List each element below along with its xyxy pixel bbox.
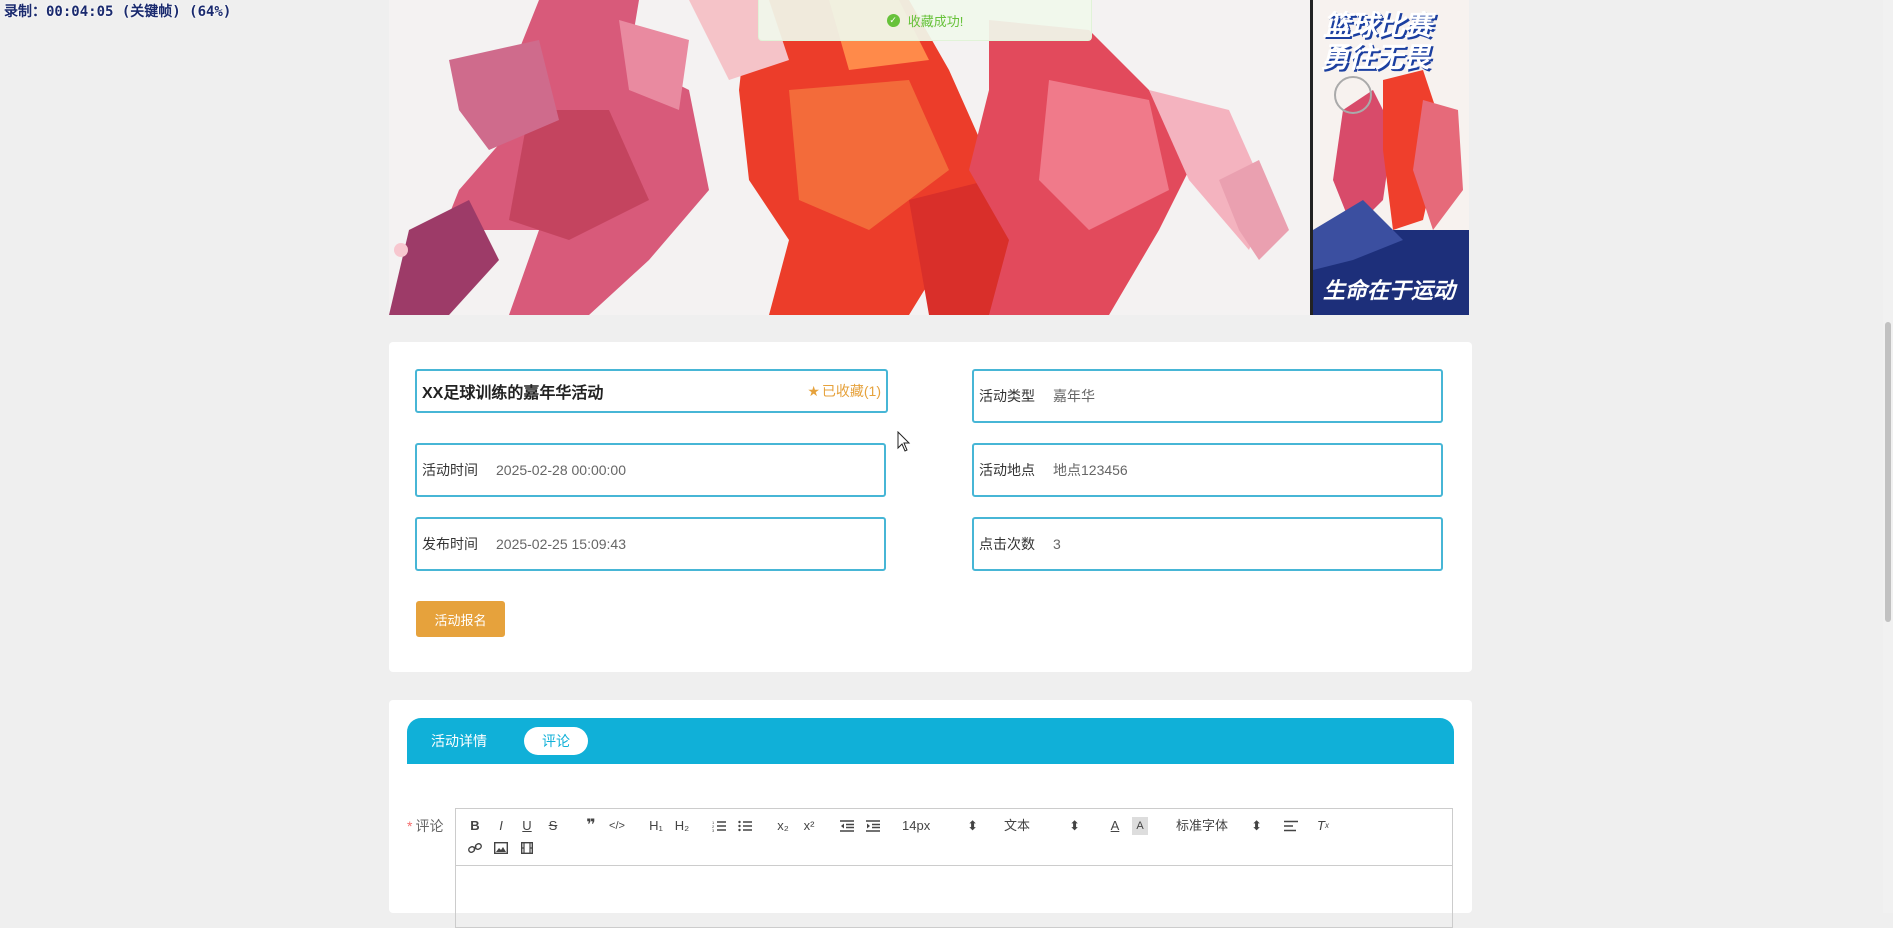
activity-title-box: XX足球训练的嘉年华活动 ★ 已收藏(1): [415, 369, 888, 413]
underline-icon[interactable]: U: [518, 817, 536, 835]
mouse-cursor-icon: [897, 431, 911, 452]
tab-comments[interactable]: 评论: [524, 727, 588, 755]
field-label: 活动时间: [422, 462, 478, 478]
star-icon: ★: [807, 382, 820, 399]
click-count-field: 点击次数 3: [972, 517, 1443, 571]
indent-increase-icon[interactable]: [864, 817, 882, 835]
field-label: 点击次数: [979, 536, 1035, 552]
link-icon[interactable]: [466, 839, 484, 857]
page-scrollbar[interactable]: [1883, 0, 1893, 913]
publish-time-field: 发布时间 2025-02-25 15:09:43: [415, 517, 886, 571]
image-icon[interactable]: [492, 839, 510, 857]
italic-icon[interactable]: I: [492, 817, 510, 835]
indent-decrease-icon[interactable]: [838, 817, 856, 835]
editor-toolbar: B I U S ❞ </> H₁ H₂ 123 x₂ x² 14px ⬍ 文本 …: [456, 809, 1452, 866]
font-family-value: 标准字体: [1176, 818, 1229, 833]
field-label: 发布时间: [422, 536, 478, 552]
svg-text:3: 3: [712, 828, 715, 832]
tab-activity-details[interactable]: 活动详情: [413, 727, 505, 755]
comment-editor[interactable]: B I U S ❞ </> H₁ H₂ 123 x₂ x² 14px ⬍ 文本 …: [455, 808, 1453, 928]
activity-location-field: 活动地点 地点123456: [972, 443, 1443, 497]
blockquote-icon[interactable]: ❞: [582, 817, 600, 835]
comment-label: * 评论: [407, 816, 443, 836]
subscript-icon[interactable]: x₂: [774, 817, 792, 835]
field-value: 2025-02-28 00:00:00: [496, 462, 626, 478]
field-value: 地点123456: [1053, 462, 1128, 478]
select-arrows-icon: ⬍: [1069, 818, 1080, 833]
strike-icon[interactable]: S: [544, 817, 562, 835]
banner-artwork: [389, 0, 1313, 315]
detail-tabs-card: 活动详情 评论 * 评论 B I U S ❞ </> H₁ H₂ 123 x₂ x…: [389, 700, 1472, 928]
toast-text: 收藏成功!: [907, 13, 964, 29]
format-select[interactable]: 文本 ⬍: [1004, 817, 1080, 835]
font-color-icon[interactable]: A: [1106, 817, 1124, 835]
video-icon[interactable]: [518, 839, 536, 857]
clean-format-icon[interactable]: Tx: [1314, 817, 1332, 835]
superscript-icon[interactable]: x²: [800, 817, 818, 835]
font-size-select[interactable]: 14px ⬍: [902, 817, 978, 835]
activity-time-field: 活动时间 2025-02-28 00:00:00: [415, 443, 886, 497]
signup-button[interactable]: 活动报名: [416, 601, 505, 637]
field-value: 3: [1053, 536, 1061, 552]
field-label: 活动类型: [979, 388, 1035, 404]
header-1-icon[interactable]: H₁: [646, 817, 666, 835]
field-value: 嘉年华: [1053, 388, 1095, 404]
success-check-icon: ✓: [886, 13, 900, 27]
scrollbar-thumb[interactable]: [1885, 322, 1891, 622]
field-label: 活动地点: [979, 462, 1035, 478]
field-value: 2025-02-25 15:09:43: [496, 536, 626, 552]
font-size-value: 14px: [902, 818, 931, 833]
ordered-list-icon[interactable]: 123: [710, 817, 728, 835]
align-icon[interactable]: [1282, 817, 1300, 835]
required-mark: *: [407, 818, 413, 834]
tab-bar: 活动详情 评论: [407, 718, 1454, 764]
background-color-icon[interactable]: A: [1132, 817, 1148, 835]
side-poster[interactable]: 篮球比赛 勇往无畏 生命在于运动: [1310, 0, 1469, 315]
bold-icon[interactable]: B: [466, 817, 484, 835]
toast-message: ✓ 收藏成功!: [758, 0, 1092, 41]
code-block-icon[interactable]: </>: [608, 817, 626, 835]
select-arrows-icon: ⬍: [1251, 818, 1262, 833]
favorite-button[interactable]: ★ 已收藏(1): [807, 381, 881, 401]
format-value: 文本: [1004, 818, 1031, 833]
header-2-icon[interactable]: H₂: [672, 817, 692, 835]
bullet-list-icon[interactable]: [736, 817, 754, 835]
recording-overlay: 录制：00:04:05 (关键帧) (64%): [4, 4, 232, 20]
favorite-label: 已收藏(1): [821, 383, 881, 399]
activity-type-field: 活动类型 嘉年华: [972, 369, 1443, 423]
activity-title: XX足球训练的嘉年华活动: [422, 385, 604, 402]
comment-label-text: 评论: [415, 818, 444, 834]
poster-footer: 生命在于运动: [1323, 279, 1456, 304]
banner-image: ✓ 收藏成功!: [389, 0, 1313, 315]
font-family-select[interactable]: 标准字体 ⬍: [1176, 817, 1262, 835]
poster-title-2: 勇往无畏: [1321, 41, 1430, 74]
activity-info-card: XX足球训练的嘉年华活动 ★ 已收藏(1) 活动类型 嘉年华 活动时间 2025…: [389, 342, 1472, 672]
select-arrows-icon: ⬍: [967, 818, 978, 833]
